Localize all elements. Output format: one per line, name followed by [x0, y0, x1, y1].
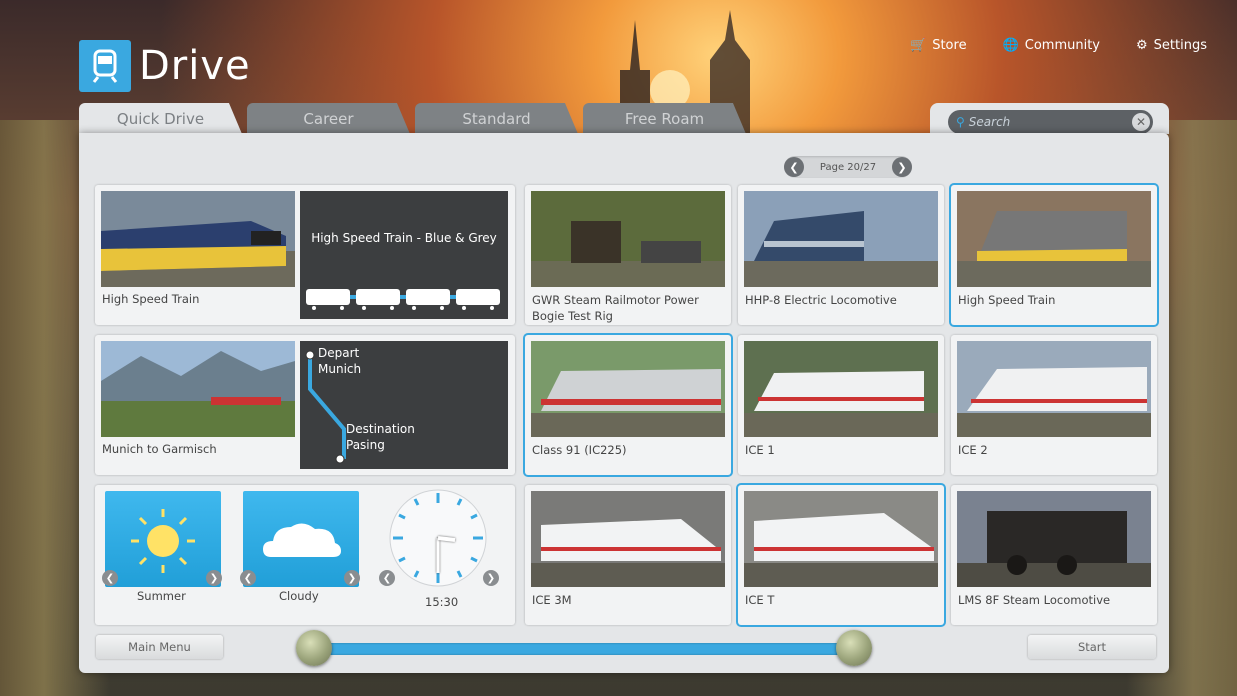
time-label: 15:30 — [425, 595, 459, 609]
season-tile[interactable] — [105, 491, 221, 587]
train-consist-panel: High Speed Train - Blue & Grey — [300, 191, 508, 319]
prev-page-button[interactable]: ❮ — [784, 157, 804, 177]
train-card[interactable]: ICE 1 — [738, 335, 944, 475]
search-placeholder: Search — [968, 115, 1011, 129]
train-thumbnail — [744, 341, 938, 437]
train-card-selected[interactable]: High Speed Train — [951, 185, 1157, 325]
sun-icon — [131, 509, 195, 573]
top-navigation: 🛒 Store 🌐 Community ⚙ Settings — [910, 38, 1207, 53]
train-caption: Class 91 (IC225) — [532, 443, 627, 457]
train-thumbnail — [744, 191, 938, 287]
train-card[interactable]: GWR Steam Railmotor Power Bogie Test Rig — [525, 185, 731, 325]
clock-icon[interactable] — [387, 487, 489, 589]
tab-career[interactable]: Career — [247, 103, 410, 134]
conditions-card: ❮ ❯ Summer ❮ ❯ Cloudy ❮ ❯ 15:30 — [95, 485, 515, 625]
season-prev-button[interactable]: ❮ — [102, 570, 118, 586]
train-caption: ICE 2 — [958, 443, 988, 457]
app-title: Drive — [139, 43, 251, 89]
train-card[interactable]: HHP-8 Electric Locomotive — [738, 185, 944, 325]
mode-tabs: Quick Drive Career Standard Free Roam — [79, 103, 751, 134]
depart-station: Munich — [318, 362, 362, 376]
weather-tile[interactable] — [243, 491, 359, 587]
train-icon — [79, 40, 131, 92]
community-link[interactable]: 🌐 Community — [1003, 38, 1100, 53]
weather-prev-button[interactable]: ❮ — [240, 570, 256, 586]
train-caption: High Speed Train — [958, 293, 1056, 307]
tab-standard[interactable]: Standard — [415, 103, 578, 134]
train-caption: HHP-8 Electric Locomotive — [745, 293, 897, 307]
train-card-selected[interactable]: ICE T — [738, 485, 944, 625]
train-thumbnail — [957, 341, 1151, 437]
train-card-selected[interactable]: Class 91 (IC225) — [525, 335, 731, 475]
selection-slider-track[interactable] — [312, 643, 852, 655]
season-label: Summer — [137, 589, 186, 603]
departure-block: Depart Munich — [318, 345, 361, 377]
destination-station: Pasing — [346, 438, 385, 452]
selected-train-card[interactable]: High Speed Train High Speed Train - Blue… — [95, 185, 515, 325]
route-map-panel: Depart Munich Destination Pasing — [300, 341, 508, 469]
selected-route-card[interactable]: Munich to Garmisch Depart Munich Destina… — [95, 335, 515, 475]
settings-link[interactable]: ⚙ Settings — [1136, 38, 1207, 53]
train-thumbnail — [744, 491, 938, 587]
train-caption: ICE T — [745, 593, 775, 607]
train-caption: ICE 1 — [745, 443, 775, 457]
selected-train-caption: High Speed Train — [102, 292, 200, 306]
train-thumbnail — [957, 491, 1151, 587]
slider-end-handle[interactable] — [836, 630, 872, 666]
train-consist-diagram — [306, 289, 500, 310]
tab-free-roam[interactable]: Free Roam — [583, 103, 746, 134]
train-caption: LMS 8F Steam Locomotive — [958, 593, 1111, 607]
destination-label: Destination — [346, 422, 415, 436]
weather-next-button[interactable]: ❯ — [344, 570, 360, 586]
next-page-button[interactable]: ❯ — [892, 157, 912, 177]
store-label: Store — [932, 38, 967, 53]
start-button[interactable]: Start — [1028, 635, 1156, 659]
train-thumbnail — [531, 341, 725, 437]
search-icon: ⚲ — [956, 115, 965, 129]
clear-search-button[interactable]: ✕ — [1132, 113, 1150, 131]
weather-label: Cloudy — [279, 589, 319, 603]
train-thumbnail — [531, 191, 725, 287]
globe-icon: 🌐 — [1002, 38, 1019, 53]
train-card[interactable]: ICE 3M — [525, 485, 731, 625]
community-label: Community — [1024, 38, 1101, 53]
settings-label: Settings — [1153, 38, 1207, 53]
season-next-button[interactable]: ❯ — [206, 570, 222, 586]
time-next-button[interactable]: ❯ — [483, 570, 499, 586]
train-caption: GWR Steam Railmotor Power Bogie Test Rig — [532, 293, 699, 323]
search-input[interactable]: ⚲ Search ✕ — [948, 110, 1153, 134]
store-link[interactable]: 🛒 Store — [910, 38, 967, 53]
train-caption: ICE 3M — [532, 593, 572, 607]
page-navigator: ❮ Page 20/27 ❯ — [784, 156, 912, 178]
gear-icon: ⚙ — [1136, 38, 1148, 53]
cart-icon: 🛒 — [910, 38, 927, 53]
cloud-icon — [263, 523, 341, 557]
route-caption: Munich to Garmisch — [102, 442, 217, 456]
depart-label: Depart — [318, 346, 360, 360]
train-card[interactable]: LMS 8F Steam Locomotive — [951, 485, 1157, 625]
page-indicator: Page 20/27 — [819, 161, 877, 173]
train-thumbnail — [531, 491, 725, 587]
app-logo: Drive — [79, 40, 251, 92]
slider-start-handle[interactable] — [296, 630, 332, 666]
train-thumbnail — [957, 191, 1151, 287]
train-card[interactable]: ICE 2 — [951, 335, 1157, 475]
train-consist-title: High Speed Train - Blue & Grey — [311, 231, 497, 245]
time-prev-button[interactable]: ❮ — [379, 570, 395, 586]
selected-train-image — [101, 191, 295, 287]
route-image — [101, 341, 295, 437]
main-menu-button[interactable]: Main Menu — [96, 635, 223, 659]
destination-block: Destination Pasing — [346, 421, 415, 453]
tab-quick-drive[interactable]: Quick Drive — [79, 103, 242, 134]
